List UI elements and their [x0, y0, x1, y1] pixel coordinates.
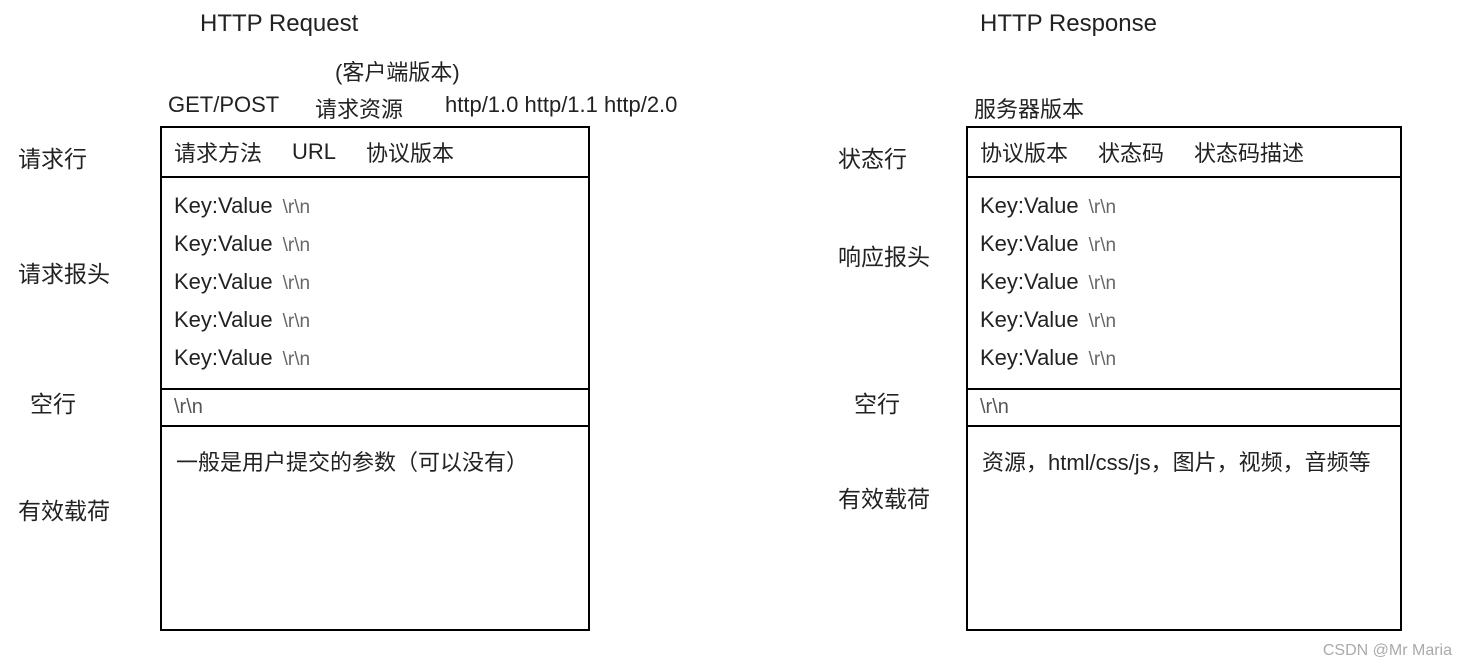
request-header-row: Key:Value \r\n: [174, 264, 576, 302]
response-header-row: Key:Value \r\n: [980, 264, 1388, 302]
header-kv: Key:Value: [174, 340, 273, 376]
header-kv: Key:Value: [980, 302, 1079, 338]
header-kv: Key:Value: [980, 226, 1079, 262]
request-empty-line: \r\n: [162, 390, 588, 427]
request-header-row: Key:Value \r\n: [174, 340, 576, 378]
header-kv: Key:Value: [980, 340, 1079, 376]
header-kv: Key:Value: [980, 188, 1079, 224]
label-request-empty: 空行: [30, 385, 76, 419]
crlf-text: \r\n: [283, 342, 310, 378]
crlf-text: \r\n: [1089, 190, 1116, 226]
request-url-cell: URL: [292, 139, 336, 165]
crlf-text: \r\n: [1089, 266, 1116, 302]
resource-annot: 请求资源: [315, 92, 403, 124]
label-response-payload: 有效载荷: [838, 480, 930, 514]
label-request-headers: 请求报头: [18, 255, 110, 289]
crlf-text: \r\n: [1089, 228, 1116, 264]
crlf-text: \r\n: [283, 190, 310, 226]
request-header-row: Key:Value \r\n: [174, 226, 576, 264]
request-box: 请求方法 URL 协议版本 Key:Value \r\n Key:Value \r\…: [160, 126, 590, 631]
response-payload: 资源，html/css/js，图片，视频，音频等: [968, 427, 1400, 597]
response-header-row: Key:Value \r\n: [980, 188, 1388, 226]
header-kv: Key:Value: [174, 302, 273, 338]
header-kv: Key:Value: [174, 188, 273, 224]
response-header-row: Key:Value \r\n: [980, 226, 1388, 264]
attribution-text: CSDN @Mr Maria: [1323, 642, 1452, 660]
request-header-row: Key:Value \r\n: [174, 188, 576, 226]
request-method-cell: 请求方法: [174, 136, 262, 168]
label-response-empty: 空行: [854, 385, 900, 419]
server-version-annot: 服务器版本: [974, 92, 1084, 124]
crlf-text: \r\n: [283, 266, 310, 302]
label-request-payload: 有效载荷: [18, 492, 110, 526]
request-header-row: Key:Value \r\n: [174, 302, 576, 340]
label-response-headers: 响应报头: [838, 238, 930, 272]
request-version-cell: 协议版本: [366, 136, 454, 168]
status-code-cell: 状态码: [1098, 136, 1164, 168]
header-kv: Key:Value: [174, 226, 273, 262]
method-annot: GET/POST: [168, 92, 279, 118]
response-header-row: Key:Value \r\n: [980, 302, 1388, 340]
label-request-line: 请求行: [18, 140, 87, 174]
versions-annot: http/1.0 http/1.1 http/2.0: [445, 92, 677, 118]
response-box: 协议版本 状态码 状态码描述 Key:Value \r\n Key:Value \r…: [966, 126, 1402, 631]
header-kv: Key:Value: [174, 264, 273, 300]
response-empty-line: \r\n: [968, 390, 1400, 427]
response-header-row: Key:Value \r\n: [980, 340, 1388, 378]
crlf-text: \r\n: [1089, 342, 1116, 378]
status-text-cell: 状态码描述: [1194, 136, 1304, 168]
crlf-text: \r\n: [1089, 304, 1116, 340]
label-status-line: 状态行: [838, 140, 907, 174]
request-line-row: 请求方法 URL 协议版本: [162, 128, 588, 178]
response-title: HTTP Response: [980, 10, 1157, 38]
request-headers-block: Key:Value \r\n Key:Value \r\n Key:Value \r\…: [162, 178, 588, 390]
crlf-text: \r\n: [283, 228, 310, 264]
status-line-row: 协议版本 状态码 状态码描述: [968, 128, 1400, 178]
header-kv: Key:Value: [980, 264, 1079, 300]
request-title: HTTP Request: [200, 10, 358, 38]
response-version-cell: 协议版本: [980, 136, 1068, 168]
response-headers-block: Key:Value \r\n Key:Value \r\n Key:Value \r\…: [968, 178, 1400, 390]
client-version-label: (客户端版本): [335, 55, 460, 87]
crlf-text: \r\n: [283, 304, 310, 340]
request-payload: 一般是用户提交的参数（可以没有）: [162, 427, 588, 597]
